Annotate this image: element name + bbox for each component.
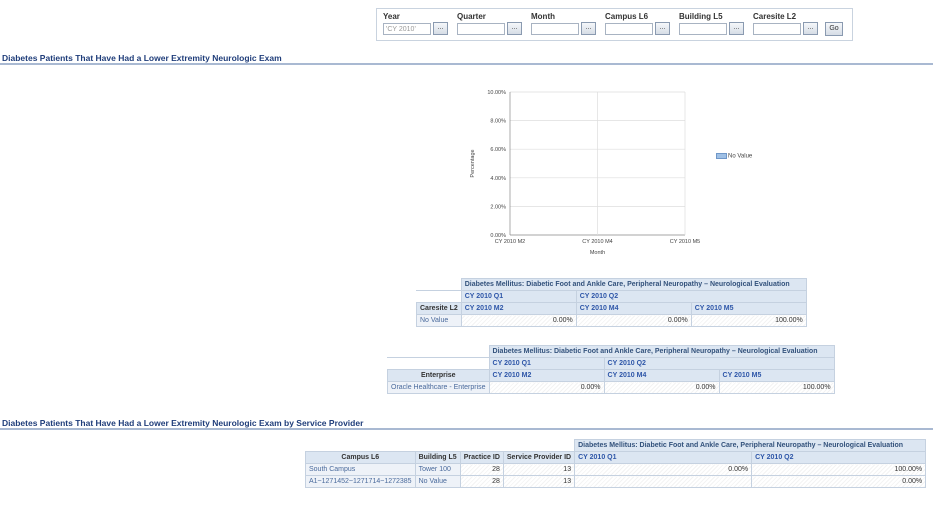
- y-tick-label: 8.00%: [490, 119, 506, 125]
- provider-cell: 13: [502, 463, 576, 476]
- measure-header: Diabetes Mellitus: Diabetic Foot and Ank…: [574, 439, 927, 452]
- prompt-campus-label: Campus L6: [605, 12, 649, 21]
- prompt-campus: Campus L6 ...: [605, 12, 670, 35]
- section1-rule: [0, 63, 933, 65]
- table-row: No Value 0.00% 0.00% 100.00%: [416, 314, 807, 327]
- column-header-provider: Service Provider ID: [502, 451, 576, 464]
- column-header-building: Building L5: [414, 451, 461, 464]
- pivot-table-provider: Diabetes Mellitus: Diabetic Foot and Ank…: [304, 439, 927, 488]
- y-axis-label: Percentage: [470, 149, 476, 177]
- prompt-building: Building L5 ...: [679, 12, 744, 35]
- quarter-input[interactable]: [457, 22, 505, 35]
- value-cell: 100.00%: [690, 314, 807, 327]
- prompt-caresite-label: Caresite L2: [753, 12, 797, 21]
- month-input[interactable]: [531, 22, 579, 35]
- month-browse-button[interactable]: ...: [581, 22, 596, 35]
- quarter-header[interactable]: CY 2010 Q1: [488, 357, 605, 370]
- go-button[interactable]: Go: [825, 22, 843, 36]
- section1-title: Diabetes Patients That Have Had a Lower …: [2, 53, 282, 63]
- building-input[interactable]: [679, 22, 727, 35]
- pivot-table-caresite: Diabetes Mellitus: Diabetic Foot and Ank…: [416, 278, 807, 327]
- value-cell: 0.00%: [603, 381, 720, 394]
- x-tick-label: CY 2010 M4: [582, 239, 612, 245]
- provider-cell: 13: [502, 475, 576, 488]
- pivot-table-enterprise: Diabetes Mellitus: Diabetic Foot and Ank…: [387, 345, 835, 394]
- y-tick-label: 4.00%: [490, 176, 506, 182]
- row-dimension-header: Enterprise: [387, 369, 490, 382]
- line-chart: 0.00%2.00%4.00%6.00%8.00%10.00%CY 2010 M…: [470, 90, 700, 256]
- campus-cell[interactable]: A1~1271452~1271714~1272385: [305, 475, 416, 488]
- month-header[interactable]: CY 2010 M5: [690, 302, 807, 315]
- month-header[interactable]: CY 2010 M4: [603, 369, 720, 382]
- legend-item: No Value: [728, 153, 753, 160]
- quarter-header[interactable]: CY 2010 Q2: [575, 290, 807, 303]
- prompt-building-label: Building L5: [679, 12, 723, 21]
- table-row: Oracle Healthcare - Enterprise 0.00% 0.0…: [387, 381, 835, 394]
- prompt-quarter: Quarter ...: [457, 12, 522, 35]
- prompt-caresite: Caresite L2 ...: [753, 12, 818, 35]
- corner-cell: [416, 278, 462, 291]
- row-label[interactable]: No Value: [416, 314, 462, 327]
- prompts-panel: Year 'CY 2010'... Quarter ... Month ... …: [376, 8, 853, 41]
- quarter-header[interactable]: CY 2010 Q1: [460, 290, 577, 303]
- month-header[interactable]: CY 2010 M2: [488, 369, 605, 382]
- row-label[interactable]: Oracle Healthcare - Enterprise: [387, 381, 490, 394]
- y-tick-label: 10.00%: [487, 90, 506, 96]
- campus-browse-button[interactable]: ...: [655, 22, 670, 35]
- building-cell[interactable]: No Value: [414, 475, 461, 488]
- year-browse-button[interactable]: ...: [433, 22, 448, 35]
- table-row: A1~1271452~1271714~1272385 No Value 28 1…: [305, 475, 927, 488]
- corner-cell: [387, 357, 490, 370]
- value-cell: 0.00%: [488, 381, 605, 394]
- quarter-header[interactable]: CY 2010 Q1: [574, 451, 753, 464]
- section2-rule: [0, 428, 933, 430]
- quarter-header[interactable]: CY 2010 Q2: [603, 357, 835, 370]
- y-tick-label: 2.00%: [490, 204, 506, 210]
- measure-header: Diabetes Mellitus: Diabetic Foot and Ank…: [488, 345, 835, 358]
- x-tick-label: CY 2010 M5: [670, 239, 700, 245]
- campus-input[interactable]: [605, 22, 653, 35]
- value-cell: 0.00%: [460, 314, 577, 327]
- quarter-header[interactable]: CY 2010 Q2: [751, 451, 927, 464]
- caresite-browse-button[interactable]: ...: [803, 22, 818, 35]
- y-tick-label: 6.00%: [490, 147, 506, 153]
- measure-header: Diabetes Mellitus: Diabetic Foot and Ank…: [460, 278, 807, 291]
- prompt-year-label: Year: [383, 12, 400, 21]
- legend-swatch-icon: [716, 153, 727, 159]
- column-header-practice: Practice ID: [459, 451, 504, 464]
- practice-cell: 28: [459, 463, 504, 476]
- value-cell: 0.00%: [574, 463, 753, 476]
- chart-legend: No Value: [716, 153, 752, 160]
- building-cell[interactable]: Tower 100: [414, 463, 461, 476]
- value-cell: 0.00%: [751, 475, 927, 488]
- caresite-input[interactable]: [753, 22, 801, 35]
- practice-cell: 28: [459, 475, 504, 488]
- value-cell: [574, 475, 753, 488]
- x-tick-label: CY 2010 M2: [495, 239, 525, 245]
- quarter-browse-button[interactable]: ...: [507, 22, 522, 35]
- column-header-campus: Campus L6: [305, 451, 416, 464]
- building-browse-button[interactable]: ...: [729, 22, 744, 35]
- month-header[interactable]: CY 2010 M4: [575, 302, 692, 315]
- corner-cell: [387, 345, 490, 358]
- value-cell: 0.00%: [575, 314, 692, 327]
- value-cell: 100.00%: [751, 463, 927, 476]
- table-row: South Campus Tower 100 28 13 0.00% 100.0…: [305, 463, 927, 476]
- prompt-year: Year 'CY 2010'...: [383, 12, 448, 35]
- prompt-month: Month ...: [531, 12, 596, 35]
- month-header[interactable]: CY 2010 M2: [460, 302, 577, 315]
- prompt-quarter-label: Quarter: [457, 12, 486, 21]
- value-cell: 100.00%: [718, 381, 835, 394]
- x-axis-label: Month: [590, 250, 605, 256]
- campus-cell[interactable]: South Campus: [305, 463, 416, 476]
- prompt-month-label: Month: [531, 12, 555, 21]
- corner-cell: [416, 290, 462, 303]
- corner-cell: [304, 439, 576, 452]
- month-header[interactable]: CY 2010 M5: [718, 369, 835, 382]
- year-input[interactable]: 'CY 2010': [383, 22, 431, 35]
- row-dimension-header: Caresite L2: [416, 302, 462, 315]
- section2-title: Diabetes Patients That Have Had a Lower …: [2, 418, 364, 428]
